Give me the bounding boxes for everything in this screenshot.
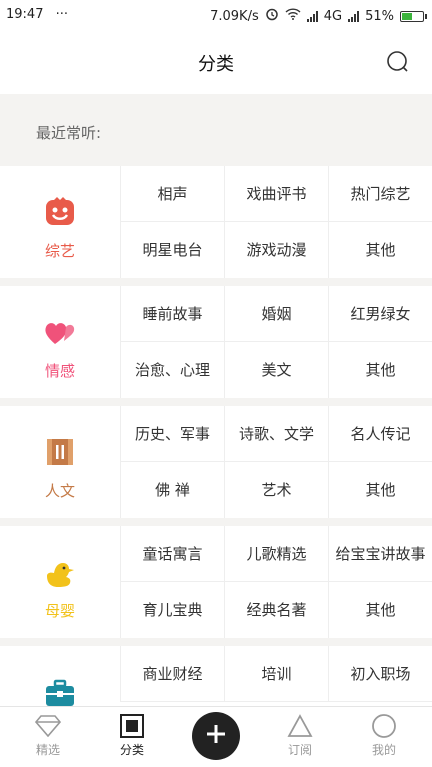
category-item[interactable]: 商业财经	[120, 646, 224, 702]
category-item[interactable]: 戏曲评书	[224, 166, 328, 222]
battery-icon	[400, 10, 427, 22]
category-item[interactable]: 美文	[224, 342, 328, 398]
category-item[interactable]: 初入职场	[328, 646, 432, 702]
search-icon[interactable]	[386, 50, 410, 74]
category-head[interactable]: 综艺	[0, 166, 120, 278]
scroll-icon	[44, 436, 76, 468]
category-grid: 童话寓言 儿歌精选 给宝宝讲故事 育儿宝典 经典名著 其他	[120, 526, 432, 638]
category-grid: 历史、军事 诗歌、文学 名人传记 佛 禅 艺术 其他	[120, 406, 432, 518]
plus-icon	[205, 723, 227, 749]
category-item[interactable]: 其他	[328, 462, 432, 518]
tab-mine[interactable]: 我的	[354, 711, 414, 758]
battery-fill	[402, 12, 412, 20]
category-item[interactable]: 热门综艺	[328, 166, 432, 222]
category-item[interactable]: 其他	[328, 342, 432, 398]
status-right: 7.09K/s 4G 51%	[210, 7, 427, 25]
category-item[interactable]: 游戏动漫	[224, 222, 328, 278]
divider	[0, 398, 432, 406]
category-head[interactable]: 母婴	[0, 526, 120, 638]
category-item[interactable]: 诗歌、文学	[224, 406, 328, 462]
recent-section: 最近常听:	[0, 94, 432, 166]
tab-category[interactable]: 分类	[102, 711, 162, 758]
category-item[interactable]: 睡前故事	[120, 286, 224, 342]
category-item[interactable]: 治愈、心理	[120, 342, 224, 398]
category-item[interactable]: 名人传记	[328, 406, 432, 462]
category-item[interactable]: 其他	[328, 222, 432, 278]
category-item[interactable]: 培训	[224, 646, 328, 702]
category-item[interactable]: 其他	[328, 582, 432, 638]
status-time: 19:47	[6, 7, 44, 22]
category-item[interactable]: 历史、军事	[120, 406, 224, 462]
signal-icon-2	[348, 10, 360, 22]
category-item[interactable]: 童话寓言	[120, 526, 224, 582]
tab-subscribe[interactable]: 订阅	[270, 711, 330, 758]
category-item[interactable]: 佛 禅	[120, 462, 224, 518]
circle-icon	[354, 711, 414, 741]
category-item[interactable]: 经典名著	[224, 582, 328, 638]
duck-icon	[44, 556, 76, 588]
wifi-icon	[285, 8, 301, 24]
tab-featured[interactable]: 精选	[18, 711, 78, 758]
alarm-icon	[265, 7, 279, 25]
category-variety: 综艺 相声 戏曲评书 热门综艺 明星电台 游戏动漫 其他	[0, 166, 432, 278]
category-emotion: 情感 睡前故事 婚姻 红男绿女 治愈、心理 美文 其他	[0, 286, 432, 398]
hearts-icon	[44, 316, 76, 348]
category-item[interactable]: 艺术	[224, 462, 328, 518]
category-name: 人文	[44, 482, 75, 500]
divider	[0, 278, 432, 286]
tab-label: 分类	[119, 743, 144, 757]
category-grid: 睡前故事 婚姻 红男绿女 治愈、心理 美文 其他	[120, 286, 432, 398]
category-grid: 相声 戏曲评书 热门综艺 明星电台 游戏动漫 其他	[120, 166, 432, 278]
category-item[interactable]: 儿歌精选	[224, 526, 328, 582]
divider	[0, 518, 432, 526]
category-humanities: 人文 历史、军事 诗歌、文学 名人传记 佛 禅 艺术 其他	[0, 406, 432, 518]
category-maternal: 母婴 童话寓言 儿歌精选 给宝宝讲故事 育儿宝典 经典名著 其他	[0, 526, 432, 638]
briefcase-icon	[44, 676, 76, 708]
category-name: 情感	[44, 362, 75, 380]
tab-label: 我的	[371, 743, 396, 757]
category-name: 母婴	[44, 602, 75, 620]
category-item[interactable]: 育儿宝典	[120, 582, 224, 638]
category-head[interactable]: 人文	[0, 406, 120, 518]
triangle-icon	[270, 711, 330, 741]
add-button[interactable]	[192, 712, 240, 760]
divider	[0, 638, 432, 646]
tab-label: 订阅	[287, 743, 312, 757]
category-name: 综艺	[44, 242, 75, 260]
network-type: 4G	[323, 8, 343, 24]
battery-percent: 51%	[365, 8, 394, 24]
network-speed: 7.09K/s	[210, 8, 259, 24]
category-item[interactable]: 相声	[120, 166, 224, 222]
category-item[interactable]: 红男绿女	[328, 286, 432, 342]
status-dots: ···	[55, 7, 69, 22]
status-left: 19:47 ···	[6, 7, 68, 22]
header: 分类	[0, 30, 432, 94]
category-item[interactable]: 给宝宝讲故事	[328, 526, 432, 582]
category-head[interactable]: 情感	[0, 286, 120, 398]
diamond-icon	[18, 711, 78, 741]
signal-icon	[306, 10, 318, 22]
category-item[interactable]: 婚姻	[224, 286, 328, 342]
page-title: 分类	[198, 54, 234, 75]
tab-label: 精选	[35, 743, 60, 757]
recent-label: 最近常听:	[36, 124, 102, 142]
smiley-face-icon	[44, 196, 76, 228]
square-icon	[102, 711, 162, 741]
status-bar: 19:47 ··· 7.09K/s 4G 51%	[0, 0, 432, 30]
category-item[interactable]: 明星电台	[120, 222, 224, 278]
